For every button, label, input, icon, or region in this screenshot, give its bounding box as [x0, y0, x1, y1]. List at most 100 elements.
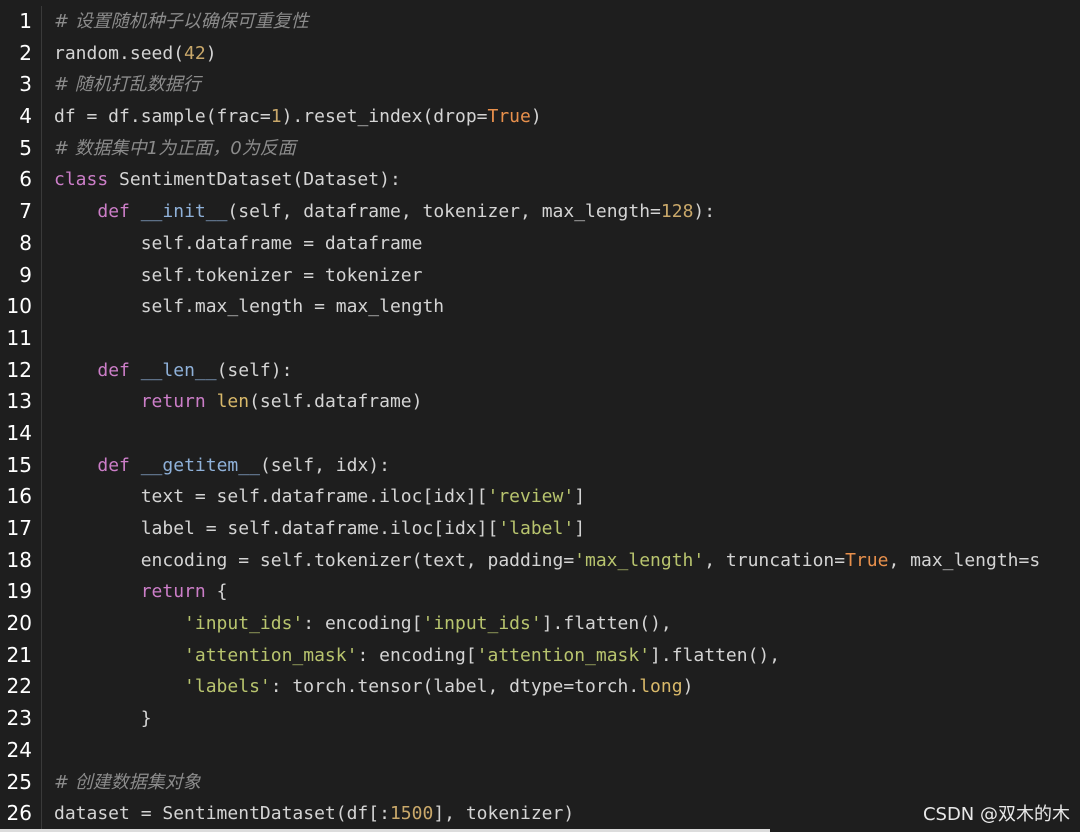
code-token-string: 'label': [498, 518, 575, 539]
code-line[interactable]: 23 }: [0, 703, 1080, 735]
code-token-dunder: __getitem__: [140, 454, 260, 476]
code-line[interactable]: 21 'attention_mask': encoding['attention…: [0, 640, 1080, 672]
code-line[interactable]: 16 text = self.dataframe.iloc[idx]['revi…: [0, 481, 1080, 513]
code-text: 'labels': torch.tensor(label, dtype=torc…: [54, 671, 693, 703]
line-number: 1: [19, 9, 32, 33]
code-line[interactable]: 8 self.dataframe = dataframe: [0, 228, 1080, 260]
code-token-number: 1: [270, 106, 282, 128]
code-token-plain: ): [530, 106, 542, 128]
code-line[interactable]: 13 return len(self.dataframe): [0, 386, 1080, 418]
code-token-comment: # 随机打乱数据行: [54, 74, 201, 96]
code-text: # 设置随机种子以确保可重复性: [54, 6, 309, 38]
code-text: return len(self.dataframe): [54, 386, 423, 418]
code-line[interactable]: 24: [0, 735, 1080, 767]
line-number: 4: [19, 104, 32, 129]
code-token-plain: SentimentDataset(Dataset):: [108, 169, 401, 191]
code-editor[interactable]: 1 # 设置随机种子以确保可重复性 2 random.seed(42) 3 # 随机打乱数…: [0, 0, 1080, 832]
code-text: label = self.dataframe.iloc[idx]['label'…: [54, 513, 585, 545]
code-line[interactable]: 22 'labels': torch.tensor(label, dtype=t…: [0, 671, 1080, 703]
code-token-string: 'labels': [184, 676, 271, 698]
code-token-number: 128: [660, 201, 694, 223]
code-line[interactable]: 17 label = self.dataframe.iloc[idx]['lab…: [0, 513, 1080, 545]
code-token-comment: # 设置随机种子以确保可重复性: [54, 11, 309, 32]
code-line[interactable]: 14: [0, 418, 1080, 450]
code-token-plain: df = df.sample(frac=: [54, 106, 271, 128]
code-line[interactable]: 9 self.tokenizer = tokenizer: [0, 260, 1080, 292]
code-line[interactable]: 2 random.seed(42): [0, 38, 1080, 70]
code-line[interactable]: 12 def __len__(self):: [0, 355, 1080, 387]
line-number: 6: [19, 167, 32, 192]
code-token-plain: random.seed(: [54, 42, 185, 64]
code-text: self.tokenizer = tokenizer: [54, 260, 423, 292]
code-area[interactable]: 1 # 设置随机种子以确保可重复性 2 random.seed(42) 3 # 随机打乱数…: [0, 6, 1080, 830]
code-token-builtin: long: [639, 676, 683, 698]
code-token-plain: ]: [574, 486, 586, 508]
code-text: # 创建数据集对象: [54, 767, 201, 799]
code-token-plain: dataset = SentimentDataset(df[:: [54, 803, 390, 825]
code-text: self.dataframe = dataframe: [54, 228, 423, 260]
code-token-bool: True: [845, 549, 889, 571]
code-token-plain: ].flatten(),: [541, 613, 672, 635]
code-text: dataset = SentimentDataset(df[:1500], to…: [54, 798, 574, 830]
code-token-plain: }: [54, 708, 152, 730]
code-token-plain: : encoding[: [357, 644, 477, 666]
code-line[interactable]: 25 # 创建数据集对象: [0, 767, 1080, 799]
code-line[interactable]: 1 # 设置随机种子以确保可重复性: [0, 6, 1080, 38]
code-token-keyword: def: [97, 201, 130, 223]
code-text: 'attention_mask': encoding['attention_ma…: [54, 640, 780, 672]
line-number: 24: [6, 737, 32, 762]
code-token-plain: ], tokenizer): [433, 803, 575, 825]
code-line[interactable]: 15 def __getitem__(self, idx):: [0, 450, 1080, 482]
code-token-comment: # 数据集中1为正面，0为反面: [54, 137, 296, 159]
code-token-number: 1500: [389, 803, 434, 825]
code-token-keyword: return: [140, 391, 206, 413]
code-token-plain: ).reset_index(drop=: [281, 106, 488, 128]
code-text: text = self.dataframe.iloc[idx]['review'…: [54, 481, 585, 513]
code-line[interactable]: 18 encoding = self.tokenizer(text, paddi…: [0, 545, 1080, 577]
line-number: 13: [6, 389, 32, 414]
code-line[interactable]: 19 return {: [0, 576, 1080, 608]
line-number: 16: [6, 484, 32, 509]
code-token-string: 'input_ids': [422, 613, 542, 635]
code-token-plain: self.tokenizer = tokenizer: [54, 264, 423, 286]
code-token-plain: label = self.dataframe.iloc[idx][: [54, 518, 499, 539]
code-token-plain: ):: [693, 201, 716, 223]
code-token-plain: ].flatten(),: [650, 644, 781, 666]
code-line[interactable]: 20 'input_ids': encoding['input_ids'].fl…: [0, 608, 1080, 640]
line-number: 17: [6, 516, 32, 540]
code-line[interactable]: 5 # 数据集中1为正面，0为反面: [0, 133, 1080, 165]
code-token-plain: (self):: [216, 359, 293, 381]
code-line[interactable]: 7 def __init__(self, dataframe, tokenize…: [0, 196, 1080, 228]
code-token-string: 'max_length': [574, 549, 705, 571]
code-token-plain: : encoding[: [303, 613, 423, 635]
code-token-builtin: len: [216, 391, 250, 413]
code-text: }: [54, 703, 152, 735]
code-token-plain: (self, dataframe, tokenizer, max_length=: [227, 201, 661, 223]
line-number: 8: [19, 230, 32, 255]
code-token-keyword: return: [140, 581, 206, 603]
code-token-plain: (self.dataframe): [249, 391, 423, 413]
code-token-plain: ): [205, 42, 217, 64]
line-number: 12: [6, 357, 32, 382]
code-text: def __getitem__(self, idx):: [54, 450, 390, 482]
code-line[interactable]: 26 dataset = SentimentDataset(df[:1500], …: [0, 798, 1080, 830]
line-number: 20: [6, 611, 32, 636]
code-token-dunder: __len__: [140, 359, 217, 381]
code-token-plain: {: [205, 581, 228, 603]
line-number: 14: [6, 420, 32, 445]
code-line[interactable]: 10 self.max_length = max_length: [0, 291, 1080, 323]
line-number: 2: [19, 40, 32, 65]
line-number: 5: [19, 135, 32, 160]
code-line[interactable]: 11: [0, 323, 1080, 355]
code-text: df = df.sample(frac=1).reset_index(drop=…: [54, 101, 542, 133]
code-line[interactable]: 6 class SentimentDataset(Dataset):: [0, 164, 1080, 196]
code-line[interactable]: 3 # 随机打乱数据行: [0, 69, 1080, 101]
code-token-string: 'attention_mask': [476, 644, 651, 666]
code-line[interactable]: 4 df = df.sample(frac=1).reset_index(drop…: [0, 101, 1080, 133]
code-token-plain: , truncation=: [704, 549, 846, 571]
